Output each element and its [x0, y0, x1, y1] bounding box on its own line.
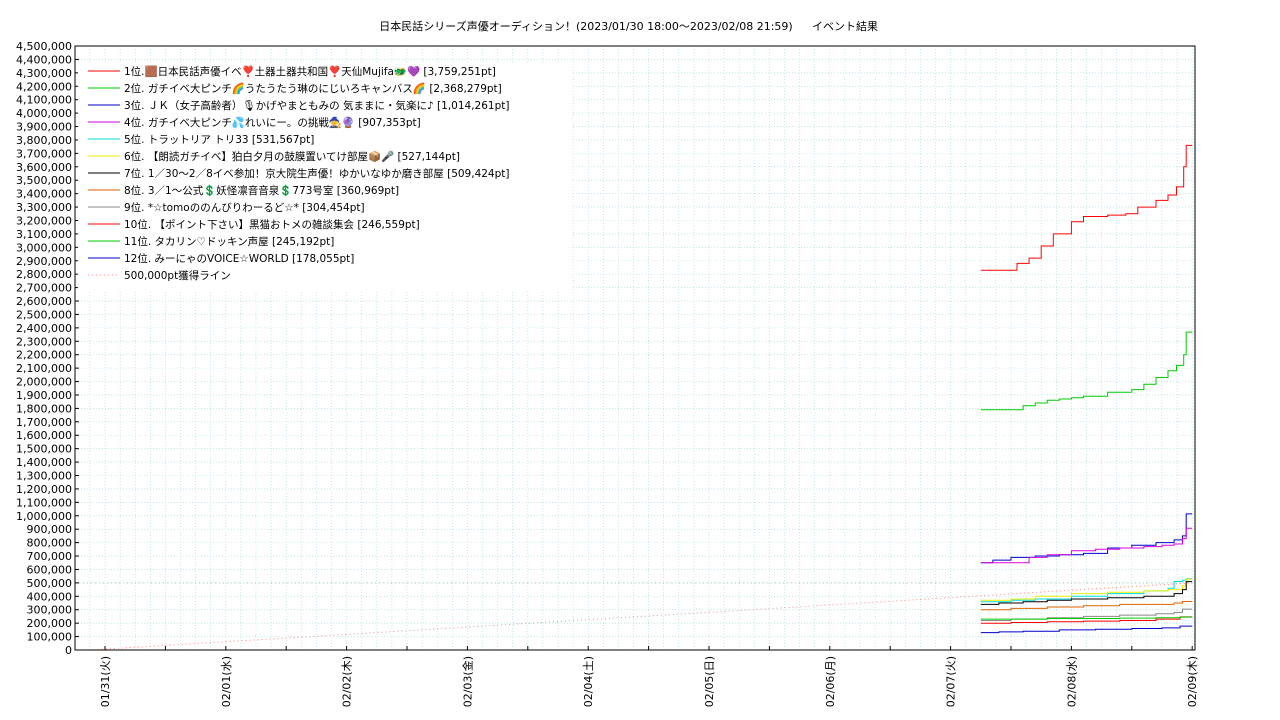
y-tick-label: 4,400,000 — [16, 53, 72, 66]
y-tick-label: 2,400,000 — [16, 322, 72, 335]
x-tick-label: 02/07(火) — [945, 656, 958, 707]
y-tick-label: 1,100,000 — [16, 496, 72, 509]
legend-label-4: 4位. ガチイベ大ピンチ💦れいにー。の挑戦🧙🔮 [907,353pt] — [124, 115, 421, 129]
legend-label-2: 2位. ガチイベ大ピンチ🌈うたうたう琳のにじいろキャンバス🌈 [2,368,27… — [124, 82, 502, 95]
y-tick-label: 200,000 — [27, 617, 73, 630]
legend-label-12: 12位. みーにゃのVOICE☆WORLD [178,055pt] — [124, 252, 354, 265]
x-tick-label: 02/06(月) — [824, 656, 837, 707]
y-tick-label: 400,000 — [27, 590, 73, 603]
legend: 1位.🟫日本民話声優イベ❣️土器土器共和国❣️天仙Mujifa🐲💜 [3,759… — [78, 62, 572, 290]
x-tick-label: 02/03(金) — [460, 656, 474, 707]
event-ranking-chart: 日本民話シリーズ声優オーディション！(2023/01/30 18:00〜2023… — [16, 19, 1199, 707]
legend-label-6: 6位. 【朗読ガチイベ】狛白夕月の鼓膜置いてけ部屋📦🎤 [527,144pt] — [124, 150, 460, 163]
y-tick-label: 300,000 — [27, 604, 73, 617]
y-tick-label: 3,900,000 — [16, 121, 72, 134]
y-tick-label: 3,000,000 — [16, 241, 72, 254]
y-tick-label: 3,400,000 — [16, 188, 72, 201]
y-tick-label: 1,000,000 — [16, 510, 72, 523]
legend-label-9: 9位. *☆tomoののんびりわーるど☆* [304,454pt] — [124, 201, 365, 214]
y-tick-label: 1,200,000 — [16, 483, 72, 496]
x-tick-label: 02/04(土) — [582, 656, 595, 707]
y-tick-label: 500,000 — [27, 577, 73, 590]
y-tick-label: 2,300,000 — [16, 335, 72, 348]
y-tick-label: 3,600,000 — [16, 161, 72, 174]
y-tick-label: 3,100,000 — [16, 228, 72, 241]
y-tick-label: 4,200,000 — [16, 80, 72, 93]
y-tick-label: 3,300,000 — [16, 201, 72, 214]
y-tick-label: 1,900,000 — [16, 389, 72, 402]
y-tick-label: 4,300,000 — [16, 67, 72, 80]
y-tick-label: 1,500,000 — [16, 443, 72, 456]
y-tick-label: 1,800,000 — [16, 402, 72, 415]
y-tick-label: 700,000 — [27, 550, 73, 563]
y-tick-label: 900,000 — [27, 523, 73, 536]
legend-label-10: 10位. 【ポイント下さい】黒猫おトメの雑談集会 [246,559pt] — [124, 218, 420, 231]
y-tick-label: 3,700,000 — [16, 147, 72, 160]
y-tick-label: 2,800,000 — [16, 268, 72, 281]
y-tick-label: 100,000 — [27, 631, 73, 644]
y-tick-label: 3,800,000 — [16, 134, 72, 147]
legend-label-11: 11位. タカリン♡ドッキン声屋 [245,192pt] — [124, 235, 334, 248]
y-tick-label: 2,700,000 — [16, 282, 72, 295]
x-tick-label: 02/08(水) — [1065, 656, 1078, 707]
legend-label-5: 5位. トラットリア トリ33 [531,567pt] — [124, 133, 314, 146]
threshold-line — [75, 582, 1195, 651]
series-line-1 — [980, 144, 1193, 271]
y-tick-label: 4,100,000 — [16, 94, 72, 107]
legend-label-1: 1位.🟫日本民話声優イベ❣️土器土器共和国❣️天仙Mujifa🐲💜 [3,759… — [124, 65, 496, 78]
x-tick-label: 02/05(日) — [703, 656, 716, 707]
y-tick-label: 4,500,000 — [16, 40, 72, 53]
y-tick-label: 2,900,000 — [16, 255, 72, 268]
legend-label-7: 7位. 1／30〜2／8イベ参加！京大院生声優！ゆかいなゆか磨き部屋 [509,… — [124, 167, 510, 180]
chart-subtitle: イベント結果 — [812, 19, 878, 33]
y-tick-label: 2,100,000 — [16, 362, 72, 375]
y-tick-label: 600,000 — [27, 563, 73, 576]
legend-label-13: 500,000pt獲得ライン — [124, 269, 231, 282]
y-tick-label: 2,000,000 — [16, 376, 72, 389]
x-axis: 01/31(火) 02/01(水) 02/02(木) 02/03(金) 02/04(土)… — [99, 646, 1199, 707]
y-tick-label: 4,000,000 — [16, 107, 72, 120]
x-tick-label: 01/31(火) — [99, 656, 112, 707]
y-tick-label: 1,400,000 — [16, 456, 72, 469]
y-tick-label: 3,500,000 — [16, 174, 72, 187]
y-tick-label: 2,200,000 — [16, 349, 72, 362]
y-axis: 0100,000200,000300,000400,000500,000600,… — [16, 40, 79, 657]
chart-title: 日本民話シリーズ声優オーディション！(2023/01/30 18:00〜2023… — [379, 19, 792, 33]
y-tick-label: 3,200,000 — [16, 214, 72, 227]
y-tick-label: 800,000 — [27, 537, 73, 550]
x-tick-label: 02/09(木) — [1186, 656, 1199, 707]
y-tick-label: 2,500,000 — [16, 308, 72, 321]
y-tick-label: 0 — [65, 644, 72, 657]
y-tick-label: 1,700,000 — [16, 416, 72, 429]
y-tick-label: 2,600,000 — [16, 295, 72, 308]
y-tick-label: 1,300,000 — [16, 470, 72, 483]
legend-label-8: 8位. 3／1〜公式💲妖怪凛音音泉💲773号室 [360,969pt] — [124, 184, 399, 197]
x-tick-label: 02/01(水) — [220, 656, 233, 707]
y-tick-label: 1,600,000 — [16, 429, 72, 442]
series-line-13 — [89, 582, 1193, 651]
legend-label-3: 3位. ＪＫ（女子高齢者）🎙かげやまともみの 気ままに・気楽に♪ [1,014,… — [124, 99, 509, 112]
x-tick-label: 02/02(木) — [341, 656, 354, 707]
